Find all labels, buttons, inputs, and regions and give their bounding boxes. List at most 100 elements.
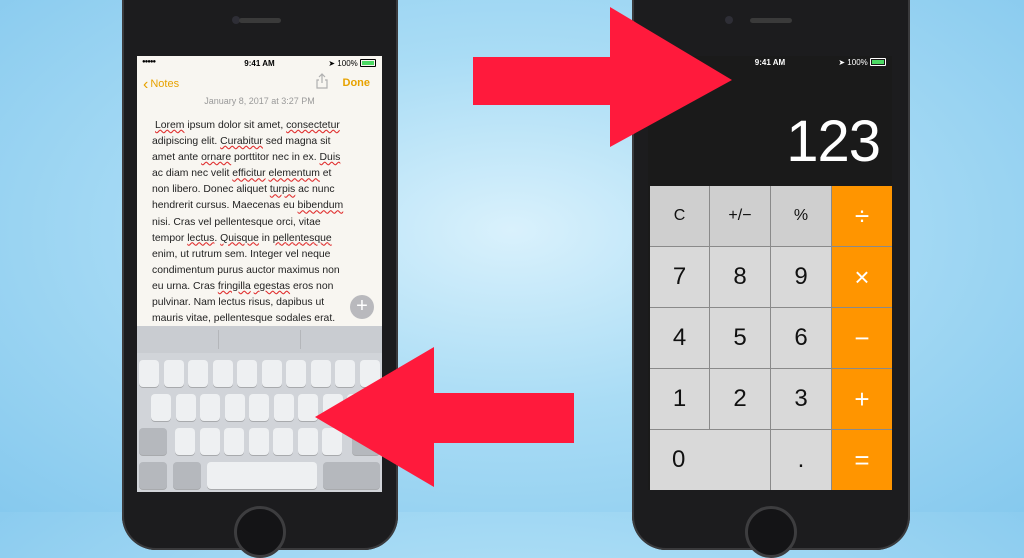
note-body[interactable]: Lorem ipsum dolor sit amet, consectetur a… xyxy=(152,118,376,327)
note-text: eu urna. Cras xyxy=(152,280,218,292)
note-line: adipiscing elit. Curabitur sed magna sit xyxy=(152,134,376,150)
note-text: et xyxy=(319,168,332,180)
home-button-left[interactable] xyxy=(234,506,286,558)
misspelled-word: ornare xyxy=(201,152,232,164)
equals-button[interactable]: = xyxy=(832,430,892,490)
note-text: nisi. Cras vel pellentesque orci, vitae xyxy=(152,216,321,228)
digit-7-button[interactable]: 7 xyxy=(650,247,710,308)
multiply-button[interactable]: × xyxy=(832,247,892,308)
battery-label: 100% xyxy=(847,58,868,67)
note-line: Lorem ipsum dolor sit amet, consectetur xyxy=(152,118,376,134)
note-text: hendrerit cursus. Maecenas eu xyxy=(152,200,298,212)
back-button[interactable]: ‹ Notes xyxy=(143,76,179,94)
home-button-right[interactable] xyxy=(745,506,797,558)
keyboard-key[interactable] xyxy=(224,394,245,421)
keyboard-key[interactable] xyxy=(249,394,269,421)
misspelled-word: bibendum xyxy=(297,200,344,212)
battery-icon xyxy=(870,58,886,66)
keyboard-key[interactable] xyxy=(224,428,244,455)
keyboard-key[interactable] xyxy=(173,462,201,489)
keyboard-key[interactable] xyxy=(199,428,220,455)
misspelled-word: Curabitur xyxy=(220,136,263,148)
misspelled-word: fringilla xyxy=(217,280,251,292)
decimal-button[interactable]: . xyxy=(771,430,832,490)
digit-5-button[interactable]: 5 xyxy=(710,308,771,369)
digit-6-button[interactable]: 6 xyxy=(771,308,832,369)
keyboard-key[interactable] xyxy=(175,428,195,455)
divide-button[interactable]: ÷ xyxy=(832,186,892,247)
keyboard-key[interactable] xyxy=(188,360,208,387)
keyboard-key[interactable] xyxy=(286,360,306,387)
misspelled-word: Duis xyxy=(319,152,341,164)
misspelled-word: Lorem xyxy=(155,120,185,131)
notes-nav-bar: ‹ Notes Done xyxy=(137,70,382,98)
percent-button[interactable]: % xyxy=(771,186,832,247)
note-line: enim, ut rutrum sem. Integer vel neque xyxy=(152,247,376,263)
battery-indicator: ➤ 100% xyxy=(328,59,376,68)
misspelled-word: turpis xyxy=(269,184,296,196)
speaker xyxy=(750,18,792,23)
digit-4-button[interactable]: 4 xyxy=(650,308,710,369)
note-text: pulvinar. Nam lectus risus, dapibus ut xyxy=(152,297,325,309)
note-line: amet ante ornare porttitor nec in ex. Du… xyxy=(152,150,376,166)
minus-button[interactable]: − xyxy=(832,308,892,369)
note-text: adipiscing elit. xyxy=(152,136,221,148)
keyboard-key[interactable] xyxy=(273,394,294,421)
add-button[interactable]: + xyxy=(350,295,374,319)
note-line: condimentum purus auctor maximus non xyxy=(152,263,376,279)
note-text: amet ante xyxy=(152,152,202,164)
status-bar: ●●●●● 9:41 AM ➤ 100% xyxy=(137,56,382,70)
note-text: sed magna sit xyxy=(262,136,331,148)
keyboard-key[interactable] xyxy=(212,360,233,387)
sign-toggle-button[interactable]: +/− xyxy=(710,186,771,247)
arrow-left-icon xyxy=(315,347,574,487)
note-text: porttitor nec in ex. xyxy=(231,152,320,164)
done-button[interactable]: Done xyxy=(343,77,371,89)
keyboard-key[interactable] xyxy=(273,428,293,455)
back-label: Notes xyxy=(150,78,180,90)
share-icon[interactable] xyxy=(315,73,329,92)
misspelled-word: efficitur xyxy=(232,168,266,180)
keyboard-key[interactable] xyxy=(139,428,167,455)
misspelled-word: lectus xyxy=(187,232,215,244)
note-line: mauris vitae, pellentesque sodales erat. xyxy=(152,311,376,327)
note-text: tempor xyxy=(152,232,188,244)
plus-button[interactable]: + xyxy=(832,369,892,430)
note-text: ac diam nec velit xyxy=(152,168,233,180)
keyboard-key[interactable] xyxy=(139,360,159,387)
note-line: ac diam nec velit efficitur elementum et xyxy=(152,166,376,182)
note-text: mauris vitae, pellentesque sodales erat. xyxy=(152,313,336,325)
calculator-display: 123 xyxy=(786,109,881,174)
digit-0-button[interactable]: 0 xyxy=(650,430,771,490)
misspelled-word: egestas xyxy=(253,280,291,292)
keyboard-key[interactable] xyxy=(175,394,196,421)
keyboard-key[interactable] xyxy=(151,394,171,421)
keyboard-key[interactable] xyxy=(237,360,257,387)
digit-9-button[interactable]: 9 xyxy=(771,247,832,308)
digit-2-button[interactable]: 2 xyxy=(710,369,771,430)
clear-button[interactable]: C xyxy=(650,186,710,247)
digit-8-button[interactable]: 8 xyxy=(710,247,771,308)
misspelled-word: Quisque xyxy=(220,232,259,244)
battery-icon xyxy=(360,59,376,67)
digit-3-button[interactable]: 3 xyxy=(771,369,832,430)
note-text: ipsum dolor sit amet, xyxy=(184,120,287,131)
note-text: non libero. Donec aliquet xyxy=(152,184,270,196)
keyboard-key[interactable] xyxy=(207,462,317,489)
note-text: in xyxy=(258,232,273,244)
misspelled-word: elementum xyxy=(268,168,320,180)
keyboard-key[interactable] xyxy=(261,360,282,387)
keyboard-key[interactable] xyxy=(248,428,269,455)
note-line: tempor lectus. Quisque in pellentesque xyxy=(152,231,376,247)
keyboard-key[interactable] xyxy=(200,394,220,421)
digit-1-button[interactable]: 1 xyxy=(650,369,710,430)
keyboard-key[interactable] xyxy=(163,360,184,387)
note-line: non libero. Donec aliquet turpis ac nunc xyxy=(152,182,376,198)
misspelled-word: pellentesque xyxy=(272,232,332,244)
keyboard-key[interactable] xyxy=(139,462,167,489)
note-text: eros non xyxy=(290,280,334,292)
misspelled-word: consectetur xyxy=(286,120,340,131)
speaker xyxy=(239,18,281,23)
battery-indicator: ➤ 100% xyxy=(838,58,886,67)
note-line: pulvinar. Nam lectus risus, dapibus ut xyxy=(152,295,376,311)
